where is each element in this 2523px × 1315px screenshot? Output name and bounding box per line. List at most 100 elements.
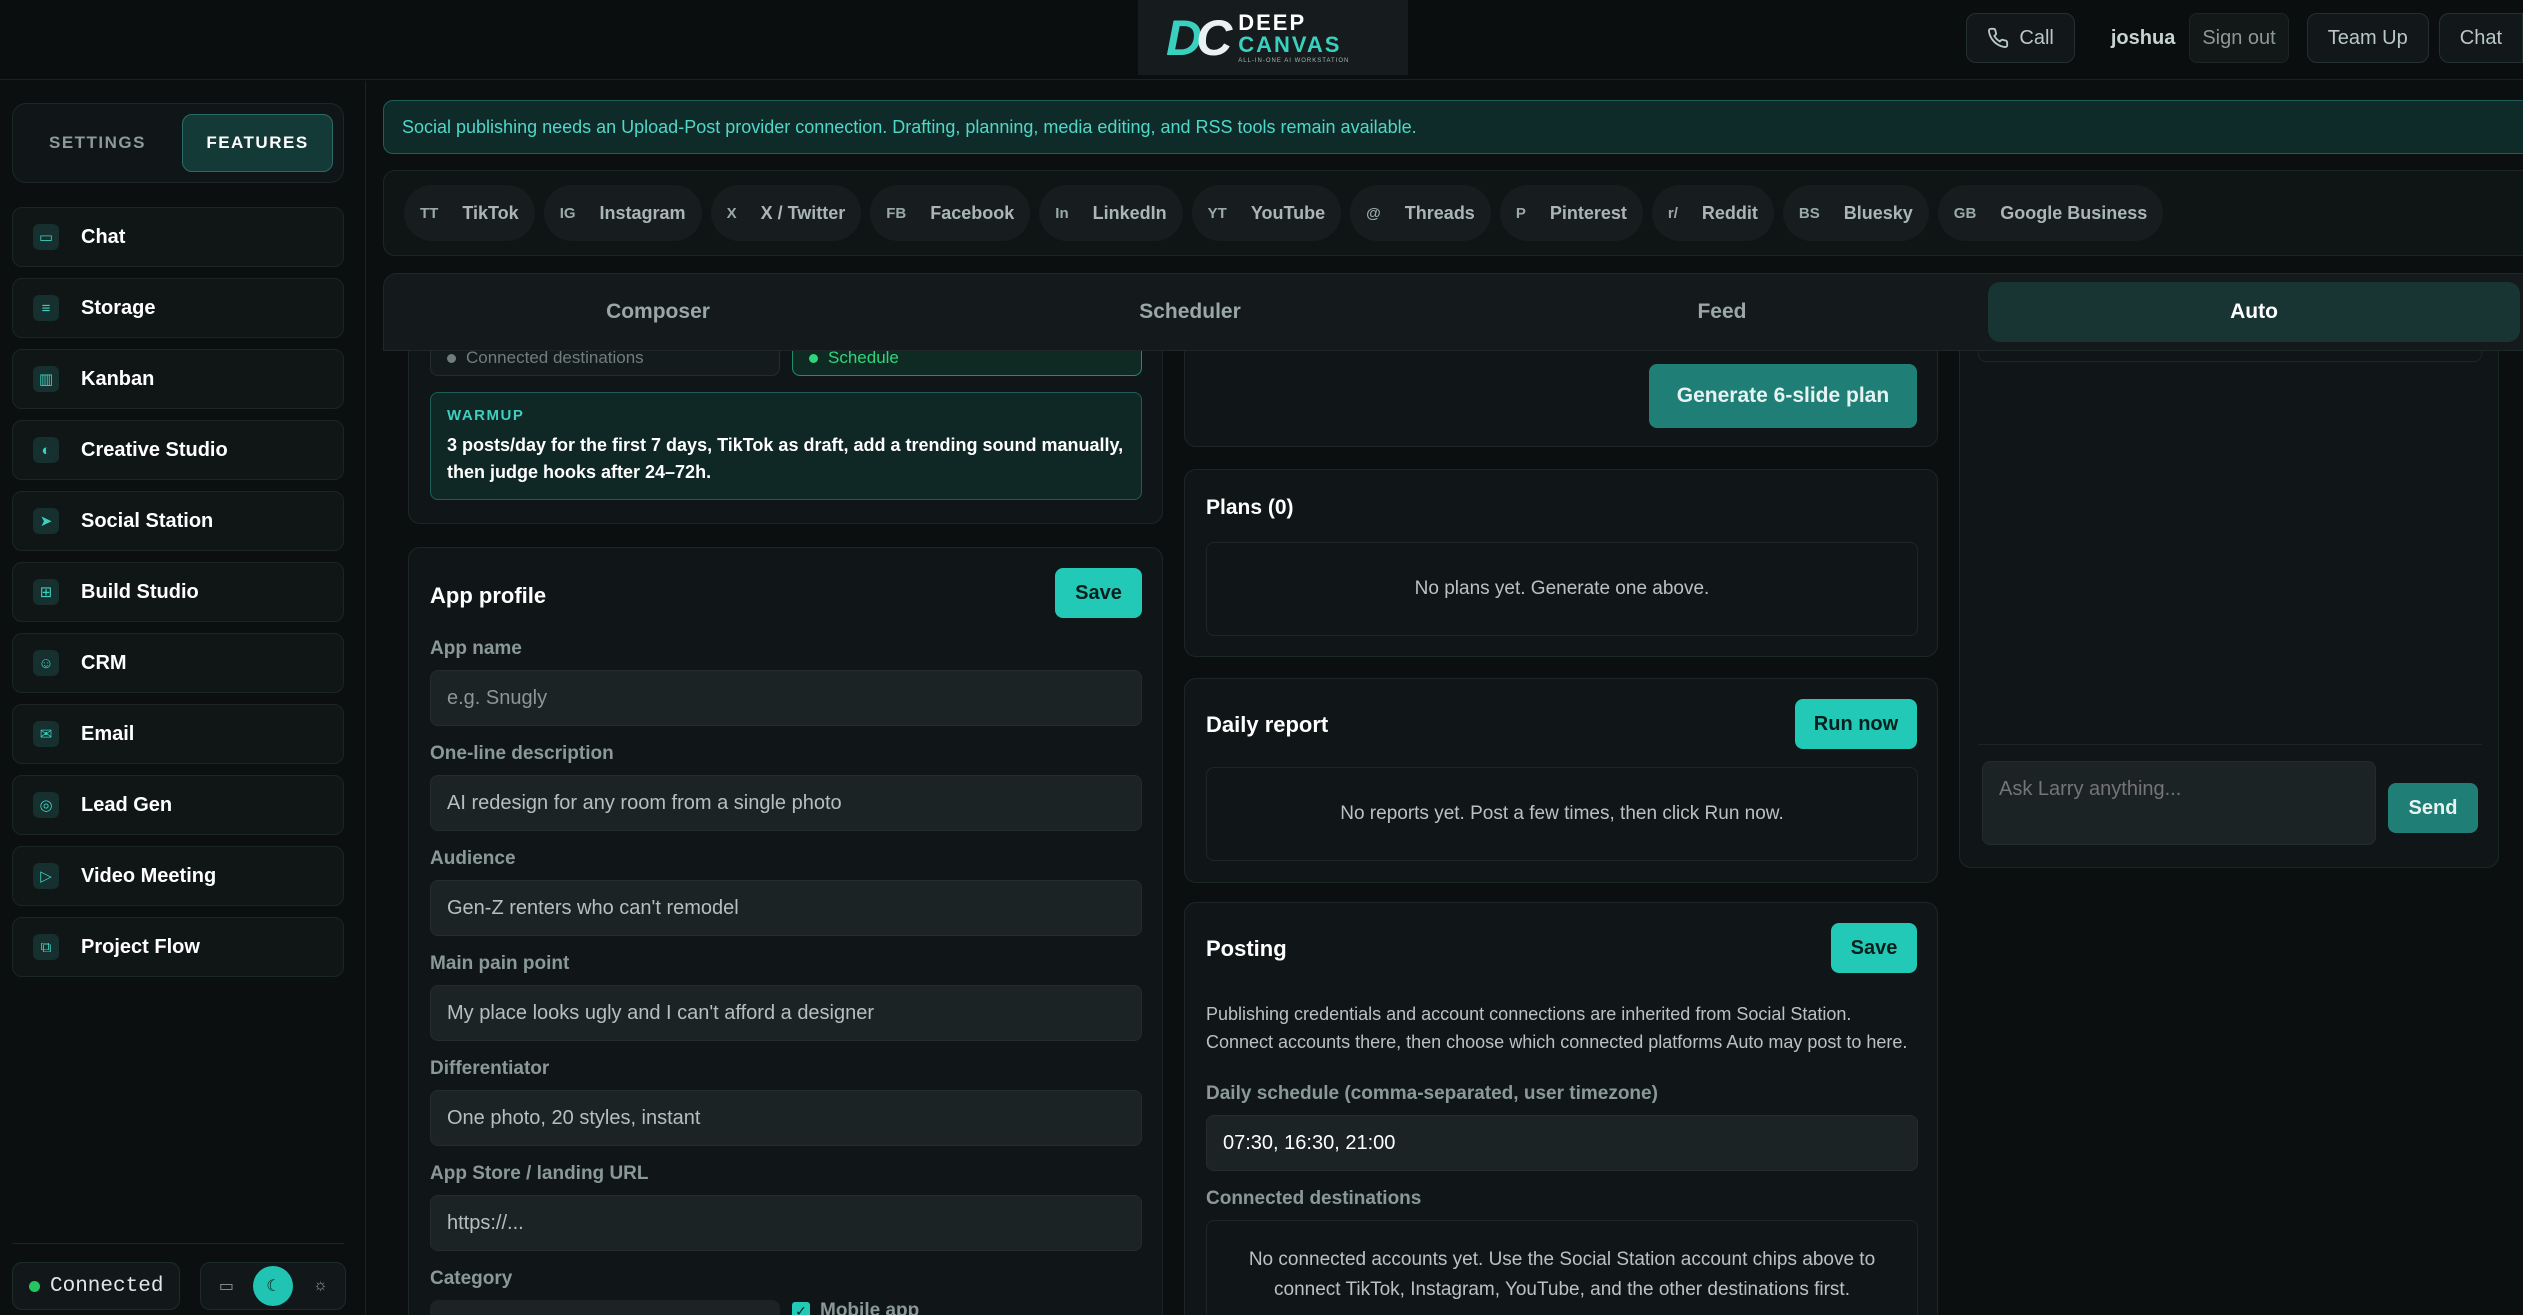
tab-scheduler[interactable]: Scheduler (924, 282, 1456, 342)
username: joshua (2110, 26, 2176, 49)
schedule-input[interactable]: 07:30, 16:30, 21:00 (1206, 1115, 1918, 1171)
chip-google-business[interactable]: GB Google Business (1937, 185, 2164, 241)
app-profile-save-button[interactable]: Save (1055, 568, 1142, 618)
storage-icon: ≡ (33, 295, 59, 321)
app-name-input[interactable]: e.g. Snugly (430, 670, 1142, 726)
theme-switcher: ▭ ☾ ☼ (200, 1262, 347, 1310)
category-select[interactable] (430, 1300, 780, 1315)
sidebar-segment: SETTINGS FEATURES (12, 103, 344, 183)
url-label: App Store / landing URL (430, 1163, 649, 1184)
destinations-empty: No connected accounts yet. Use the Socia… (1206, 1220, 1918, 1315)
posting-description: Publishing credentials and account conne… (1206, 1004, 1908, 1052)
pain-point-input[interactable]: My place looks ugly and I can't afford a… (430, 985, 1142, 1041)
differentiator-label: Differentiator (430, 1058, 550, 1079)
audience-input[interactable]: Gen-Z renters who can't remodel (430, 880, 1142, 936)
differentiator-input[interactable]: One photo, 20 styles, instant (430, 1090, 1142, 1146)
warmup-label: WARMUP (447, 407, 525, 424)
sidebar-item-build-studio[interactable]: ⊞ Build Studio (12, 562, 344, 622)
chat-icon: ▭ (33, 224, 59, 250)
moon-icon[interactable]: ☾ (253, 1266, 294, 1306)
send-button[interactable]: Send (2388, 783, 2478, 833)
chat-button[interactable]: Chat (2438, 13, 2523, 63)
logo-line2: CANVAS (1238, 31, 1342, 57)
warmup-box: WARMUP 3 posts/day for the first 7 days,… (430, 392, 1142, 500)
mail-icon: ✉ (33, 721, 59, 747)
category-label: Category (430, 1268, 513, 1289)
flow-icon: ⧉ (33, 934, 59, 960)
posting-save-button[interactable]: Save (1831, 923, 1917, 973)
plans-title: Plans (0) (1206, 496, 1294, 519)
top-bar: DC DEEP CANVAS ALL-IN-ONE AI WORKSTATION… (0, 0, 2523, 80)
logo-line1: DEEP (1238, 9, 1307, 35)
daily-report-card: Daily report Run now No reports yet. Pos… (1184, 678, 1938, 883)
destinations-label: Connected destinations (1206, 1188, 1422, 1209)
tab-features[interactable]: FEATURES (182, 114, 333, 172)
chip-linkedin[interactable]: In LinkedIn (1039, 185, 1183, 241)
ask-larry-input[interactable] (1982, 761, 2376, 845)
schedule-step[interactable]: Schedule (792, 351, 1142, 376)
sidebar-item-email[interactable]: ✉ Email (12, 704, 344, 764)
team-up-button[interactable]: Team Up (2306, 13, 2429, 63)
tab-composer[interactable]: Composer (392, 282, 924, 342)
logo-mark: DC (1166, 9, 1232, 66)
middle-column: Generate 6-slide plan Plans (0) No plans… (1184, 351, 1938, 1315)
assistant-card: Send (1959, 351, 2499, 868)
chip-bluesky[interactable]: BS Bluesky (1782, 185, 1929, 241)
sidebar-item-video-meeting[interactable]: ▷ Video Meeting (12, 846, 344, 906)
run-now-button[interactable]: Run now (1795, 699, 1917, 749)
sidebar-item-kanban[interactable]: ▥ Kanban (12, 349, 344, 409)
sidebar-item-chat[interactable]: ▭ Chat (12, 207, 344, 267)
status-dot (29, 1280, 40, 1292)
app-name-label: App name (430, 638, 522, 659)
chip-x-twitter[interactable]: XX / Twitter (710, 185, 862, 241)
audience-label: Audience (430, 848, 516, 869)
sidebar-item-creative-studio[interactable]: ◐ Creative Studio (12, 420, 344, 480)
warmup-text: 3 posts/day for the first 7 days, TikTok… (447, 435, 1124, 482)
posting-card: Posting Save Publishing credentials and … (1184, 902, 1938, 1315)
connected-destinations-step[interactable]: Connected destinations (430, 351, 780, 376)
assistant-column: Send (1959, 351, 2523, 1315)
target-icon: ◎ (33, 792, 59, 818)
chip-pinterest[interactable]: P Pinterest (1499, 185, 1643, 241)
sidebar-item-lead-gen[interactable]: ◎ Lead Gen (12, 775, 344, 835)
provider-banner: Social publishing needs an Upload-Post p… (383, 100, 2523, 154)
grid-icon: ⊞ (33, 579, 59, 605)
description-label: One-line description (430, 743, 614, 764)
checkbox-icon[interactable]: ✓ (792, 1302, 810, 1315)
tab-feed[interactable]: Feed (1456, 282, 1988, 342)
pain-point-label: Main pain point (430, 953, 570, 974)
url-input[interactable]: https://... (430, 1195, 1142, 1251)
chip-youtube[interactable]: YT YouTube (1191, 185, 1342, 241)
app-profile-card: App profile Save App name e.g. Snugly On… (408, 547, 1163, 1315)
platform-chips: TT TikTok IG Instagram XX / Twitter FB Face… (383, 170, 2523, 256)
phone-icon (1988, 27, 2009, 48)
sidebar: SETTINGS FEATURES ▭ Chat ≡ Storage ▥ Kanban… (0, 81, 366, 1315)
sidebar-item-storage[interactable]: ≡ Storage (12, 278, 344, 338)
chip-tiktok[interactable]: TT TikTok (404, 185, 535, 241)
tab-settings[interactable]: SETTINGS (23, 114, 172, 172)
connection-status: Connected (12, 1262, 181, 1310)
signout-button[interactable]: Sign out (2189, 13, 2289, 63)
chip-facebook[interactable]: FB Facebook (870, 185, 1031, 241)
chip-threads[interactable]: @ Threads (1350, 185, 1491, 241)
chip-instagram[interactable]: IG Instagram (543, 185, 702, 241)
monitor-icon[interactable]: ▭ (209, 1269, 243, 1303)
sidebar-item-project-flow[interactable]: ⧉ Project Flow (12, 917, 344, 977)
logo[interactable]: DC DEEP CANVAS ALL-IN-ONE AI WORKSTATION (1138, 0, 1408, 75)
mobile-app-option[interactable]: ✓ Mobile app (792, 1300, 919, 1315)
schedule-label: Daily schedule (comma-separated, user ti… (1206, 1083, 1658, 1104)
sun-icon[interactable]: ☼ (303, 1269, 337, 1303)
palette-icon: ◐ (33, 437, 59, 463)
call-button[interactable]: Call (1966, 13, 2075, 63)
users-icon: ☺ (33, 650, 59, 676)
description-input[interactable]: AI redesign for any room from a single p… (430, 775, 1142, 831)
left-column: Connected destinations Schedule WARMUP 3… (408, 351, 1163, 1315)
app-profile-title: App profile (430, 583, 547, 608)
sidebar-item-crm[interactable]: ☺ CRM (12, 633, 344, 693)
sidebar-footer: Connected ▭ ☾ ☼ (12, 1243, 347, 1310)
generate-card: Generate 6-slide plan (1184, 351, 1938, 447)
generate-plan-button[interactable]: Generate 6-slide plan (1649, 364, 1917, 428)
tab-auto[interactable]: Auto (1988, 282, 2520, 342)
sidebar-item-social-station[interactable]: ➤ Social Station (12, 491, 344, 551)
chip-reddit[interactable]: r/Reddit (1651, 185, 1774, 241)
